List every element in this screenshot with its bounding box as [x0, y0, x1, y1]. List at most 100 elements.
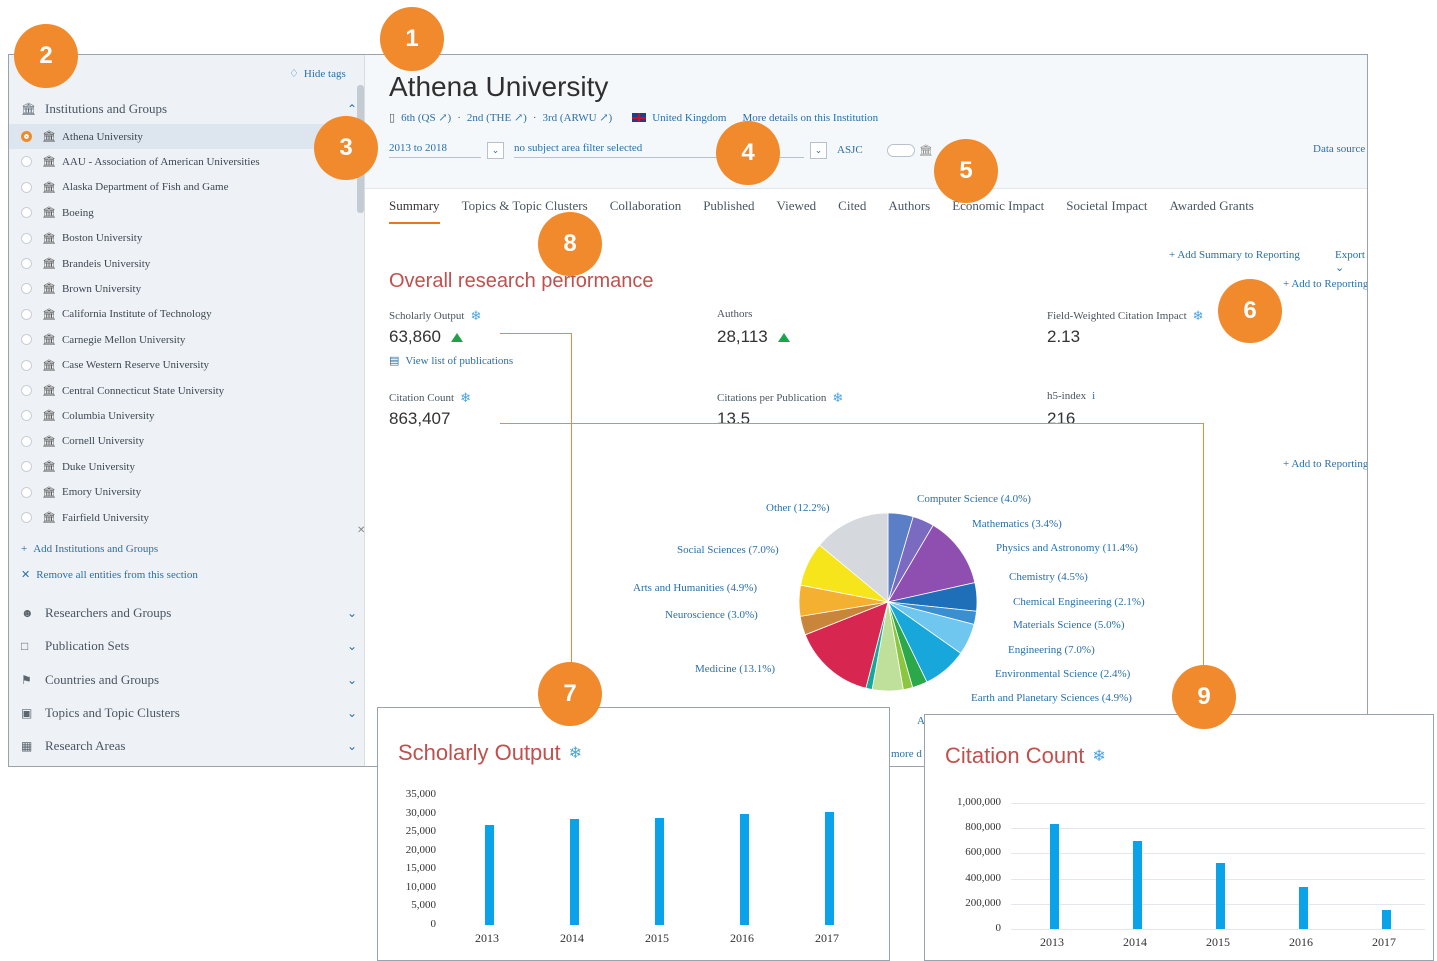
institution-item[interactable]: 🏛 Carnegie Mellon University	[9, 327, 356, 352]
pie-slice-label[interactable]: Mathematics (3.4%)	[972, 518, 1062, 530]
institution-item[interactable]: 🏛 AAU - Association of American Universit…	[9, 149, 356, 174]
institution-label: Fairfield University	[61, 511, 150, 524]
pie-slice-label[interactable]: Neuroscience (3.0%)	[665, 609, 758, 621]
institution-item[interactable]: 🏛 Emory University	[9, 480, 356, 505]
building-icon: 🏛	[42, 486, 56, 499]
institution-item[interactable]: 🏛 Boston University	[9, 226, 356, 251]
y-tick-label: 10,000	[405, 880, 436, 893]
y-tick-label: 35,000	[405, 788, 436, 800]
app-window: ♢ Hide tags 🏛 Institutions and Groups ⌃ …	[8, 54, 1368, 767]
radio-button[interactable]	[21, 232, 32, 244]
pie-slice-label[interactable]: Engineering (7.0%)	[1008, 644, 1095, 656]
radio-button[interactable]	[21, 410, 32, 422]
callout-badge: 1	[380, 7, 444, 71]
pie-slice-label[interactable]: Earth and Planetary Sciences (4.9%)	[971, 692, 1132, 704]
institution-item[interactable]: 🏛 Boeing	[9, 200, 356, 225]
radio-button[interactable]	[21, 512, 32, 523]
pie-slice-label[interactable]: Chemistry (4.5%)	[1009, 571, 1088, 583]
building-icon: 🏛	[42, 359, 56, 372]
chevron-down-icon[interactable]: ⌄	[347, 606, 357, 621]
y-tick-label: 0	[430, 918, 437, 930]
chevron-down-icon[interactable]: ⌄	[347, 706, 357, 721]
institution-item[interactable]: 🏛 Cornell University	[9, 429, 356, 454]
snowflake-icon[interactable]: ❄	[569, 743, 582, 763]
more-data-link[interactable]: more d	[891, 748, 922, 760]
x-tick-label: 2017	[1372, 935, 1396, 949]
radio-button[interactable]	[21, 258, 32, 269]
section-publication-sets[interactable]: □ Publication Sets ⌄	[21, 636, 357, 656]
connector-line	[500, 333, 572, 334]
radio-button[interactable]	[21, 181, 32, 193]
bar[interactable]	[824, 811, 834, 925]
radio-button[interactable]	[21, 486, 32, 498]
remove-entities-link[interactable]: ✕ Remove all entities from this section	[21, 568, 198, 582]
radio-button[interactable]	[21, 334, 32, 346]
hide-tags-button[interactable]: ♢ Hide tags	[289, 67, 346, 81]
institution-item[interactable]: 🏛 Alaska Department of Fish and Game	[9, 175, 356, 200]
pie-slice-label[interactable]: Materials Science (5.0%)	[1013, 619, 1124, 631]
building-icon: 🏛	[42, 283, 56, 296]
pie-slice-label[interactable]: Other (12.2%)	[766, 502, 830, 514]
institution-item[interactable]: 🏛 Brown University	[9, 276, 356, 301]
chevron-down-icon[interactable]: ⌄	[347, 639, 357, 654]
pie-slice-label[interactable]: Chemical Engineering (2.1%)	[1013, 596, 1145, 608]
institution-item[interactable]: 🏛 Central Connecticut State University	[9, 378, 356, 403]
radio-button[interactable]	[21, 207, 32, 219]
chevron-up-icon[interactable]: ⌃	[347, 102, 357, 117]
radio-button[interactable]	[21, 283, 32, 295]
y-tick-label: 600,000	[965, 846, 1001, 859]
bar[interactable]	[569, 819, 579, 925]
x-tick-label: 2014	[1123, 935, 1147, 949]
bar[interactable]	[1381, 910, 1391, 929]
y-tick-label: 15,000	[405, 862, 436, 875]
institution-label: Columbia University	[61, 409, 155, 422]
pie-slice-label[interactable]: Medicine (13.1%)	[695, 663, 775, 675]
institutions-section-header[interactable]: 🏛 Institutions and Groups ⌃	[21, 99, 357, 119]
x-tick-label: 2016	[730, 931, 754, 945]
section-label: Countries and Groups	[45, 672, 160, 687]
section-countries[interactable]: ⚑ Countries and Groups ⌄	[21, 670, 357, 690]
bar[interactable]	[1215, 863, 1225, 929]
bar[interactable]	[654, 818, 664, 925]
radio-button[interactable]	[21, 359, 32, 371]
panel-title-text: Scholarly Output	[398, 740, 561, 765]
bar[interactable]	[739, 814, 749, 925]
section-researchers[interactable]: ☻ Researchers and Groups ⌄	[21, 603, 357, 623]
gridline	[1011, 929, 1425, 930]
grid-icon: ▦	[21, 738, 33, 753]
section-label: Research Areas	[45, 738, 126, 753]
pie-slice-label[interactable]: Environmental Science (2.4%)	[995, 668, 1130, 680]
bar[interactable]	[1132, 840, 1142, 929]
institution-label: Carnegie Mellon University	[61, 333, 186, 346]
plus-icon: +	[21, 543, 28, 555]
pie-slice-label[interactable]: Social Sciences (7.0%)	[677, 544, 779, 556]
pie-slice-label[interactable]: Arts and Humanities (4.9%)	[633, 582, 757, 594]
callout-badge: 6	[1218, 279, 1282, 343]
bar[interactable]	[1049, 824, 1059, 929]
radio-button[interactable]	[21, 461, 32, 473]
radio-button[interactable]	[21, 385, 32, 396]
chevron-down-icon[interactable]: ⌄	[347, 673, 357, 688]
building-icon: 🏛	[42, 308, 56, 321]
bar[interactable]	[484, 824, 494, 925]
topics-icon: ▣	[21, 705, 33, 720]
snowflake-icon[interactable]: ❄	[1092, 746, 1105, 766]
radio-button[interactable]	[21, 131, 32, 142]
radio-button[interactable]	[21, 156, 32, 168]
bar[interactable]	[1298, 886, 1308, 929]
institution-item[interactable]: 🏛 California Institute of Technology	[9, 302, 356, 327]
pie-slice-label[interactable]: Physics and Astronomy (11.4%)	[996, 542, 1138, 554]
institution-item[interactable]: 🏛 Case Western Reserve University	[9, 353, 356, 378]
radio-button[interactable]	[21, 308, 32, 320]
pie-slice-label[interactable]: Computer Science (4.0%)	[917, 493, 1031, 505]
institution-item[interactable]: 🏛 Duke University	[9, 454, 356, 479]
institution-item[interactable]: 🏛 Fairfield University	[9, 505, 356, 530]
add-institutions-link[interactable]: + Add Institutions and Groups	[21, 543, 158, 555]
radio-button[interactable]	[21, 435, 32, 447]
chevron-down-icon[interactable]: ⌄	[347, 739, 357, 754]
section-topics[interactable]: ▣ Topics and Topic Clusters ⌄	[21, 703, 357, 723]
institution-item[interactable]: 🏛 Brandeis University	[9, 251, 356, 276]
section-research-areas[interactable]: ▦ Research Areas ⌄	[21, 736, 357, 756]
institution-item[interactable]: 🏛 Columbia University	[9, 403, 356, 428]
institution-item[interactable]: 🏛 Athena University	[9, 124, 356, 149]
